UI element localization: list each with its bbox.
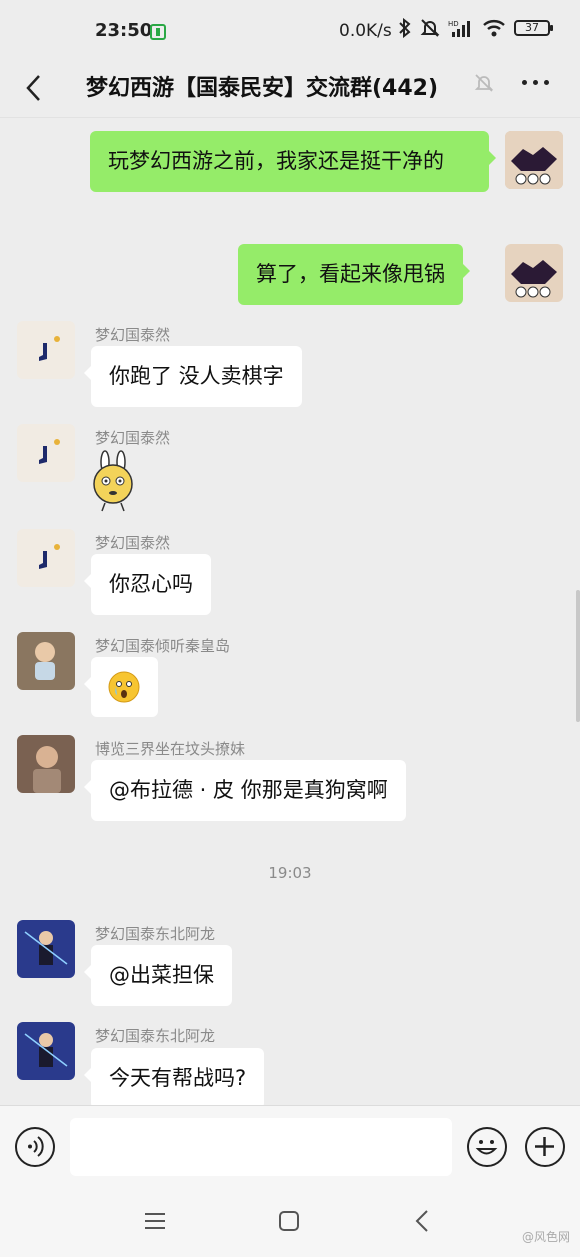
cartoon-avatar-icon bbox=[505, 244, 563, 302]
sender-avatar[interactable] bbox=[17, 529, 75, 587]
sender-name: 梦幻国泰然 bbox=[95, 429, 171, 447]
game-character-avatar-icon bbox=[17, 1022, 75, 1080]
system-navigation-bar: @风色网 bbox=[0, 1189, 580, 1257]
wifi-icon bbox=[483, 20, 505, 37]
cartoon-avatar-icon bbox=[505, 131, 563, 189]
sender-name: 梦幻国泰倾听秦皇岛 bbox=[95, 637, 231, 655]
child-photo-avatar-icon bbox=[17, 632, 75, 690]
sender-avatar[interactable] bbox=[17, 735, 75, 793]
sender-name: 博览三界坐在坟头撩妹 bbox=[95, 740, 246, 758]
sender-avatar[interactable] bbox=[17, 424, 75, 482]
voice-icon bbox=[28, 1136, 44, 1157]
incoming-message-bubble[interactable]: 今天有帮战吗? bbox=[83, 1048, 265, 1109]
recent-apps-button[interactable] bbox=[143, 1209, 167, 1237]
incoming-emoji-bubble[interactable] bbox=[84, 657, 158, 717]
signal-icon: HD bbox=[448, 20, 470, 37]
home-button[interactable] bbox=[277, 1209, 301, 1237]
more-functions-button[interactable] bbox=[525, 1127, 565, 1167]
incoming-message-bubble[interactable]: @出菜担保 bbox=[84, 945, 232, 1006]
svg-text:HD: HD bbox=[448, 20, 459, 28]
sender-avatar[interactable] bbox=[17, 632, 75, 690]
rabbit-sticker[interactable] bbox=[90, 450, 136, 512]
status-time: 23:50 bbox=[95, 20, 153, 41]
outgoing-message-bubble[interactable]: 玩梦幻西游之前，我家还是挺干净的 bbox=[90, 131, 496, 192]
timestamp-divider: 19:03 bbox=[268, 864, 312, 882]
sender-avatar[interactable] bbox=[17, 920, 75, 978]
sim-status-icon bbox=[150, 24, 166, 40]
battery-indicator: 37 bbox=[514, 20, 553, 36]
chevron-left-icon bbox=[26, 75, 40, 101]
status-icons: HD 37 bbox=[398, 18, 553, 38]
sock-avatar-icon bbox=[17, 321, 75, 379]
input-bar bbox=[0, 1105, 580, 1189]
my-avatar[interactable] bbox=[505, 244, 563, 302]
chevron-left-icon bbox=[415, 1210, 428, 1232]
back-button[interactable] bbox=[18, 68, 48, 108]
incoming-message-bubble[interactable]: 你跑了 没人卖棋字 bbox=[84, 346, 302, 407]
voice-input-button[interactable] bbox=[15, 1127, 55, 1167]
incoming-message-bubble[interactable]: @布拉德 · 皮 你那是真狗窝啊 bbox=[84, 760, 406, 821]
bluetooth-icon bbox=[399, 18, 411, 38]
sock-avatar-icon bbox=[17, 529, 75, 587]
bell-off-icon bbox=[420, 19, 440, 37]
sender-name: 梦幻国泰东北阿龙 bbox=[95, 1027, 216, 1045]
game-character-avatar-icon bbox=[17, 920, 75, 978]
watermark: @风色网 bbox=[521, 1230, 570, 1244]
square-icon bbox=[279, 1211, 299, 1231]
more-options-button[interactable] bbox=[522, 80, 549, 85]
chat-header: 梦幻西游【国泰民安】交流群(442) bbox=[0, 62, 580, 118]
crying-emoji-icon bbox=[108, 671, 140, 703]
menu-lines-icon bbox=[145, 1213, 165, 1229]
sender-name: 梦幻国泰东北阿龙 bbox=[95, 925, 216, 943]
sender-name: 梦幻国泰然 bbox=[95, 326, 171, 344]
sender-name: 梦幻国泰然 bbox=[95, 534, 171, 552]
mute-bell-icon bbox=[474, 74, 494, 92]
system-back-button[interactable] bbox=[412, 1209, 432, 1237]
message-input[interactable] bbox=[70, 1118, 452, 1176]
scrollbar[interactable] bbox=[576, 590, 580, 722]
network-speed: 0.0K/s bbox=[339, 21, 392, 41]
man-photo-avatar-icon bbox=[17, 735, 75, 793]
status-bar: 23:50 0.0K/s HD 37 bbox=[0, 0, 580, 62]
emoji-button[interactable] bbox=[467, 1127, 507, 1167]
plus-icon bbox=[535, 1137, 554, 1156]
sender-avatar[interactable] bbox=[17, 321, 75, 379]
sock-avatar-icon bbox=[17, 424, 75, 482]
my-avatar[interactable] bbox=[505, 131, 563, 189]
sender-avatar[interactable] bbox=[17, 1022, 75, 1080]
incoming-message-bubble[interactable]: 你忍心吗 bbox=[84, 554, 211, 615]
outgoing-message-bubble[interactable]: 算了，看起来像甩锅 bbox=[238, 244, 470, 305]
rabbit-sticker-icon bbox=[93, 450, 133, 512]
chat-title: 梦幻西游【国泰民安】交流群(442) bbox=[86, 76, 439, 101]
smiley-icon bbox=[475, 1140, 498, 1155]
